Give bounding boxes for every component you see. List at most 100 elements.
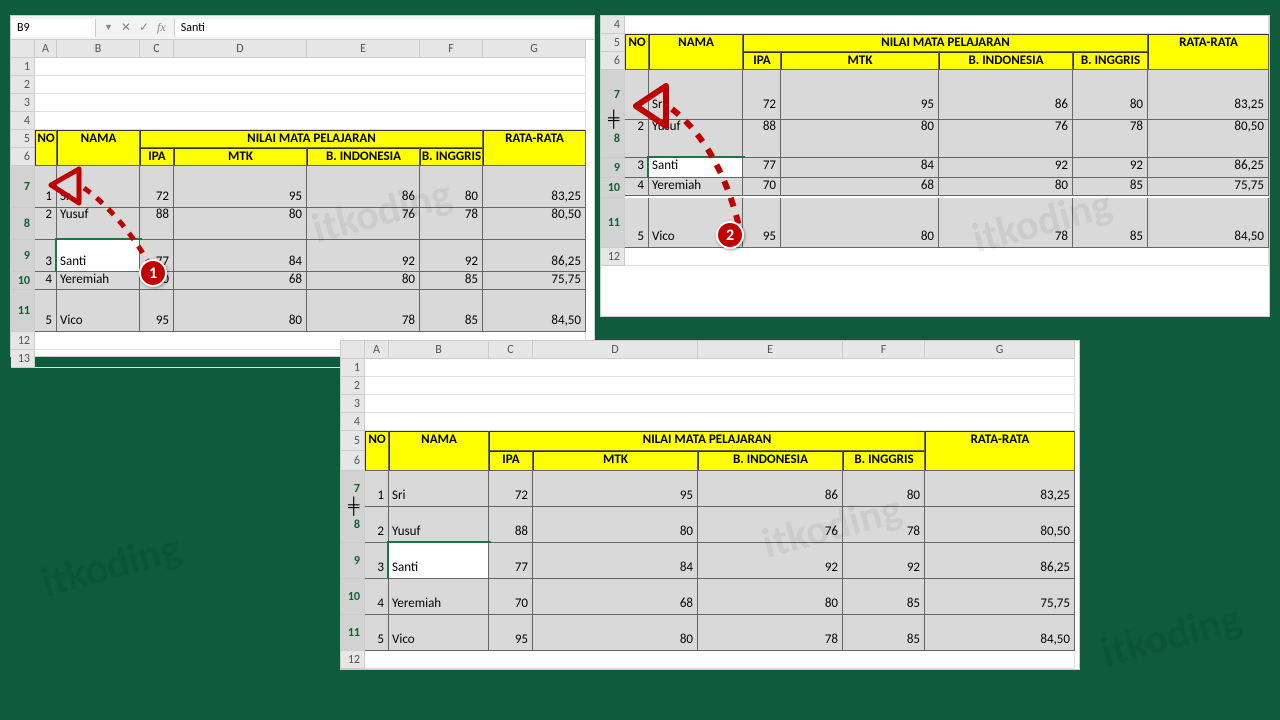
cell[interactable]: 84 bbox=[174, 240, 307, 272]
cell[interactable]: 78 bbox=[307, 290, 420, 332]
cell[interactable]: Yusuf bbox=[57, 208, 140, 240]
select-all-corner[interactable] bbox=[11, 40, 35, 58]
cell[interactable]: 80,50 bbox=[925, 507, 1075, 543]
col-header[interactable]: C bbox=[140, 40, 174, 58]
cell[interactable]: 76 bbox=[307, 208, 420, 240]
cell[interactable]: 78 bbox=[843, 507, 925, 543]
col-header[interactable]: D bbox=[174, 40, 307, 58]
cell[interactable]: 3 bbox=[35, 240, 57, 272]
col-header[interactable]: B bbox=[389, 341, 489, 359]
cell[interactable]: Yeremiah bbox=[649, 178, 743, 196]
cell[interactable]: 86,25 bbox=[1148, 158, 1269, 178]
row-header[interactable]: 10 bbox=[11, 272, 35, 290]
cell[interactable]: 80 bbox=[698, 579, 843, 615]
col-header[interactable]: A bbox=[35, 40, 57, 58]
row-header[interactable]: 12 bbox=[341, 651, 365, 669]
cell[interactable]: 5 bbox=[35, 290, 57, 332]
cell[interactable]: 84,50 bbox=[483, 290, 586, 332]
col-header[interactable]: C bbox=[489, 341, 533, 359]
cell[interactable]: 2 bbox=[625, 120, 649, 158]
cell[interactable]: Vico bbox=[57, 290, 140, 332]
row-header[interactable]: 11 bbox=[601, 198, 625, 248]
cell[interactable]: 80 bbox=[174, 208, 307, 240]
cell[interactable]: 2 bbox=[35, 208, 57, 240]
active-cell[interactable]: Santi bbox=[649, 158, 743, 178]
cell[interactable]: Yeremiah bbox=[389, 579, 489, 615]
cell[interactable]: 72 bbox=[489, 471, 533, 507]
cell[interactable]: 70 bbox=[489, 579, 533, 615]
row-header[interactable]: 4 bbox=[601, 16, 625, 34]
cell[interactable]: 88 bbox=[489, 507, 533, 543]
col-header[interactable]: F bbox=[843, 341, 925, 359]
formula-value[interactable]: Santi bbox=[174, 19, 594, 37]
cell[interactable]: 78 bbox=[939, 198, 1073, 248]
row-header[interactable]: 3 bbox=[11, 94, 35, 112]
cell[interactable]: Yeremiah bbox=[57, 272, 140, 290]
cell[interactable]: 78 bbox=[1073, 120, 1148, 158]
cell[interactable]: 68 bbox=[781, 178, 939, 196]
cell[interactable]: 88 bbox=[743, 120, 781, 158]
cell[interactable]: 83,25 bbox=[1148, 70, 1269, 120]
col-header[interactable]: E bbox=[307, 40, 420, 58]
cell[interactable]: 3 bbox=[625, 158, 649, 178]
cell[interactable]: 80 bbox=[533, 615, 698, 651]
row-header[interactable]: 10 bbox=[601, 178, 625, 198]
cell[interactable]: 2 bbox=[365, 507, 389, 543]
cell[interactable]: 92 bbox=[307, 240, 420, 272]
cell[interactable]: 86,25 bbox=[483, 240, 586, 272]
cell[interactable]: Yusuf bbox=[389, 507, 489, 543]
cell[interactable]: 75,75 bbox=[1148, 178, 1269, 196]
cell[interactable]: 85 bbox=[420, 290, 483, 332]
active-cell[interactable]: Santi bbox=[57, 240, 140, 272]
fx-icon[interactable]: fx bbox=[157, 20, 166, 35]
cell[interactable]: 75,75 bbox=[483, 272, 586, 290]
cell[interactable]: 76 bbox=[698, 507, 843, 543]
select-all-corner[interactable] bbox=[341, 341, 365, 359]
cell[interactable]: 68 bbox=[174, 272, 307, 290]
cell[interactable]: 1 bbox=[365, 471, 389, 507]
cell[interactable]: Sri bbox=[389, 471, 489, 507]
cell[interactable]: 83,25 bbox=[483, 166, 586, 208]
cell[interactable]: 85 bbox=[843, 615, 925, 651]
cell[interactable]: 80 bbox=[939, 178, 1073, 196]
cell[interactable]: 83,25 bbox=[925, 471, 1075, 507]
row-header[interactable]: 11 bbox=[341, 615, 365, 651]
cell[interactable]: 92 bbox=[939, 158, 1073, 178]
cell[interactable]: 1 bbox=[35, 166, 57, 208]
cell[interactable]: 80 bbox=[307, 272, 420, 290]
row-header[interactable]: 6 bbox=[341, 451, 365, 471]
row-header[interactable]: 5 bbox=[11, 130, 35, 148]
cell[interactable]: 92 bbox=[843, 543, 925, 579]
row-header[interactable]: 13 bbox=[11, 350, 35, 368]
cell[interactable]: 92 bbox=[420, 240, 483, 272]
active-cell[interactable]: Santi bbox=[389, 543, 489, 579]
cell[interactable]: 80,50 bbox=[1148, 120, 1269, 158]
cell[interactable]: 95 bbox=[533, 471, 698, 507]
cell[interactable]: Yusuf bbox=[649, 120, 743, 158]
cancel-icon[interactable]: ✕ bbox=[121, 20, 131, 35]
cell[interactable]: Sr bbox=[649, 70, 743, 120]
row-header[interactable]: 7 bbox=[11, 166, 35, 208]
cell[interactable]: 78 bbox=[420, 208, 483, 240]
row-header[interactable]: 3 bbox=[341, 395, 365, 413]
cell[interactable]: 80 bbox=[781, 120, 939, 158]
cell[interactable]: 95 bbox=[140, 290, 174, 332]
cell[interactable]: 92 bbox=[698, 543, 843, 579]
cell[interactable]: Vico bbox=[389, 615, 489, 651]
cell[interactable]: 80 bbox=[1073, 70, 1148, 120]
cell[interactable]: 76 bbox=[939, 120, 1073, 158]
row-header[interactable]: 4 bbox=[341, 413, 365, 431]
row-header[interactable]: 6 bbox=[11, 148, 35, 166]
cell[interactable]: 86 bbox=[939, 70, 1073, 120]
cell[interactable]: 95 bbox=[174, 166, 307, 208]
cell[interactable]: 84,50 bbox=[925, 615, 1075, 651]
name-box[interactable]: B9 bbox=[11, 19, 96, 37]
cell[interactable]: 4 bbox=[625, 178, 649, 196]
cell[interactable]: 1 bbox=[625, 70, 649, 120]
cell[interactable]: 95 bbox=[781, 70, 939, 120]
cell[interactable]: 80 bbox=[174, 290, 307, 332]
cell[interactable]: 84 bbox=[533, 543, 698, 579]
row-header[interactable]: 12 bbox=[601, 248, 625, 266]
cell[interactable]: 95 bbox=[743, 198, 781, 248]
cell[interactable]: 70 bbox=[743, 178, 781, 196]
